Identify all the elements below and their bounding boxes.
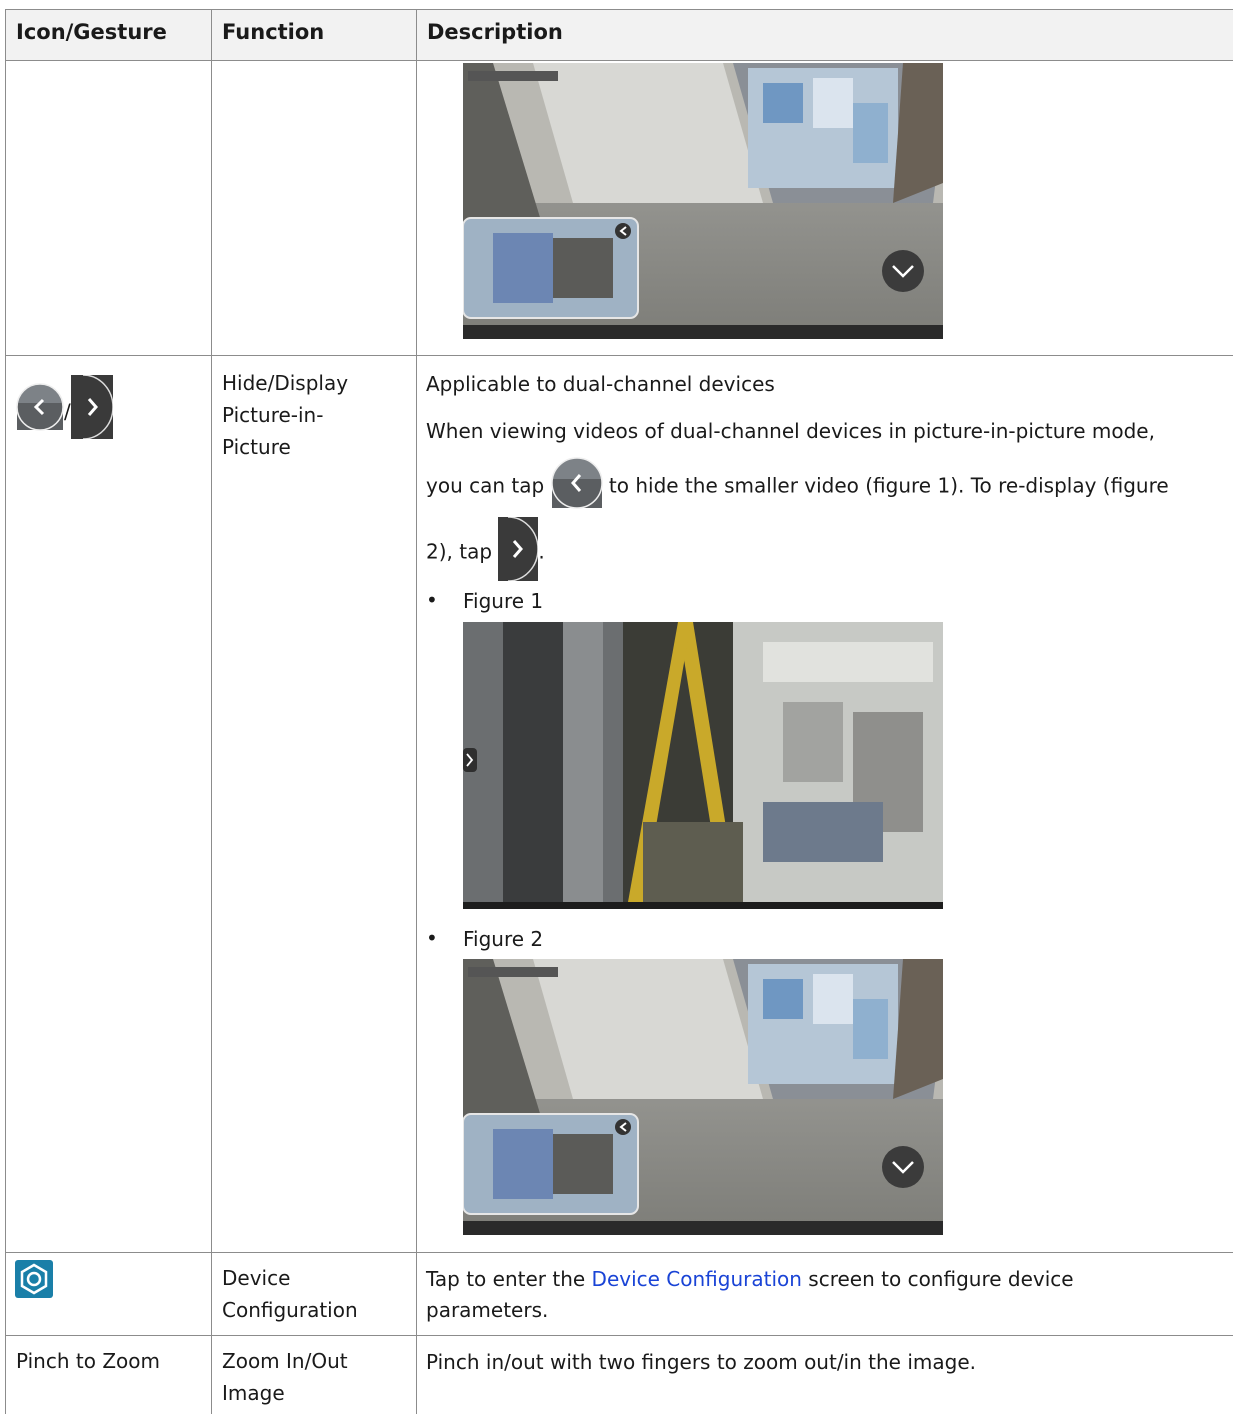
desc-applicable: Applicable to dual-channel devices xyxy=(426,372,775,396)
pip-icons: / xyxy=(16,374,114,448)
icon-separator: / xyxy=(64,399,71,424)
grid-line xyxy=(5,1252,1233,1253)
pip-show-icon[interactable] xyxy=(498,516,540,589)
device-configuration-link[interactable]: Device Configuration xyxy=(592,1267,802,1291)
function-device-config: Device Configuration xyxy=(222,1266,358,1322)
grid-line xyxy=(416,9,417,1414)
desc-when-viewing: When viewing videos of dual-channel devi… xyxy=(426,419,1155,443)
grid-line xyxy=(5,355,1233,356)
grid-line xyxy=(211,9,212,1414)
bullet-dot: • xyxy=(426,926,438,950)
grid-line xyxy=(5,1335,1233,1336)
figure-1-image xyxy=(463,622,943,909)
bullet-dot: • xyxy=(426,588,438,612)
grid-line xyxy=(5,9,6,1414)
figure-2-image xyxy=(463,959,943,1235)
header-description: Description xyxy=(427,20,563,44)
figure-2-label: Figure 2 xyxy=(463,927,544,951)
figure-1-label: Figure 1 xyxy=(463,589,544,613)
desc-pinch: Pinch in/out with two fingers to zoom ou… xyxy=(426,1350,976,1374)
grid-line xyxy=(5,60,1233,61)
function-pip: Hide/Display Picture-in- Picture xyxy=(222,371,349,459)
desc-device-config: Tap to enter the Device Configuration sc… xyxy=(426,1267,1074,1291)
desc-line4: 2), tap . xyxy=(426,516,545,589)
grid-line xyxy=(5,9,1233,10)
desc-parameters: parameters. xyxy=(426,1298,549,1322)
settings-hexagon-icon[interactable] xyxy=(15,1260,53,1307)
pip-hide-icon[interactable] xyxy=(550,457,603,517)
pip-screenshot-top xyxy=(463,63,943,339)
pip-hide-icon[interactable] xyxy=(16,383,64,440)
header-icon-gesture: Icon/Gesture xyxy=(16,20,167,44)
table-header-row xyxy=(5,9,1233,60)
function-zoom: Zoom In/Out Image xyxy=(222,1349,348,1405)
pip-show-icon[interactable] xyxy=(70,374,114,448)
pinch-to-zoom-label: Pinch to Zoom xyxy=(16,1349,160,1373)
desc-line3: you can tap to hide the smaller video (f… xyxy=(426,457,1169,517)
header-function: Function xyxy=(222,20,325,44)
